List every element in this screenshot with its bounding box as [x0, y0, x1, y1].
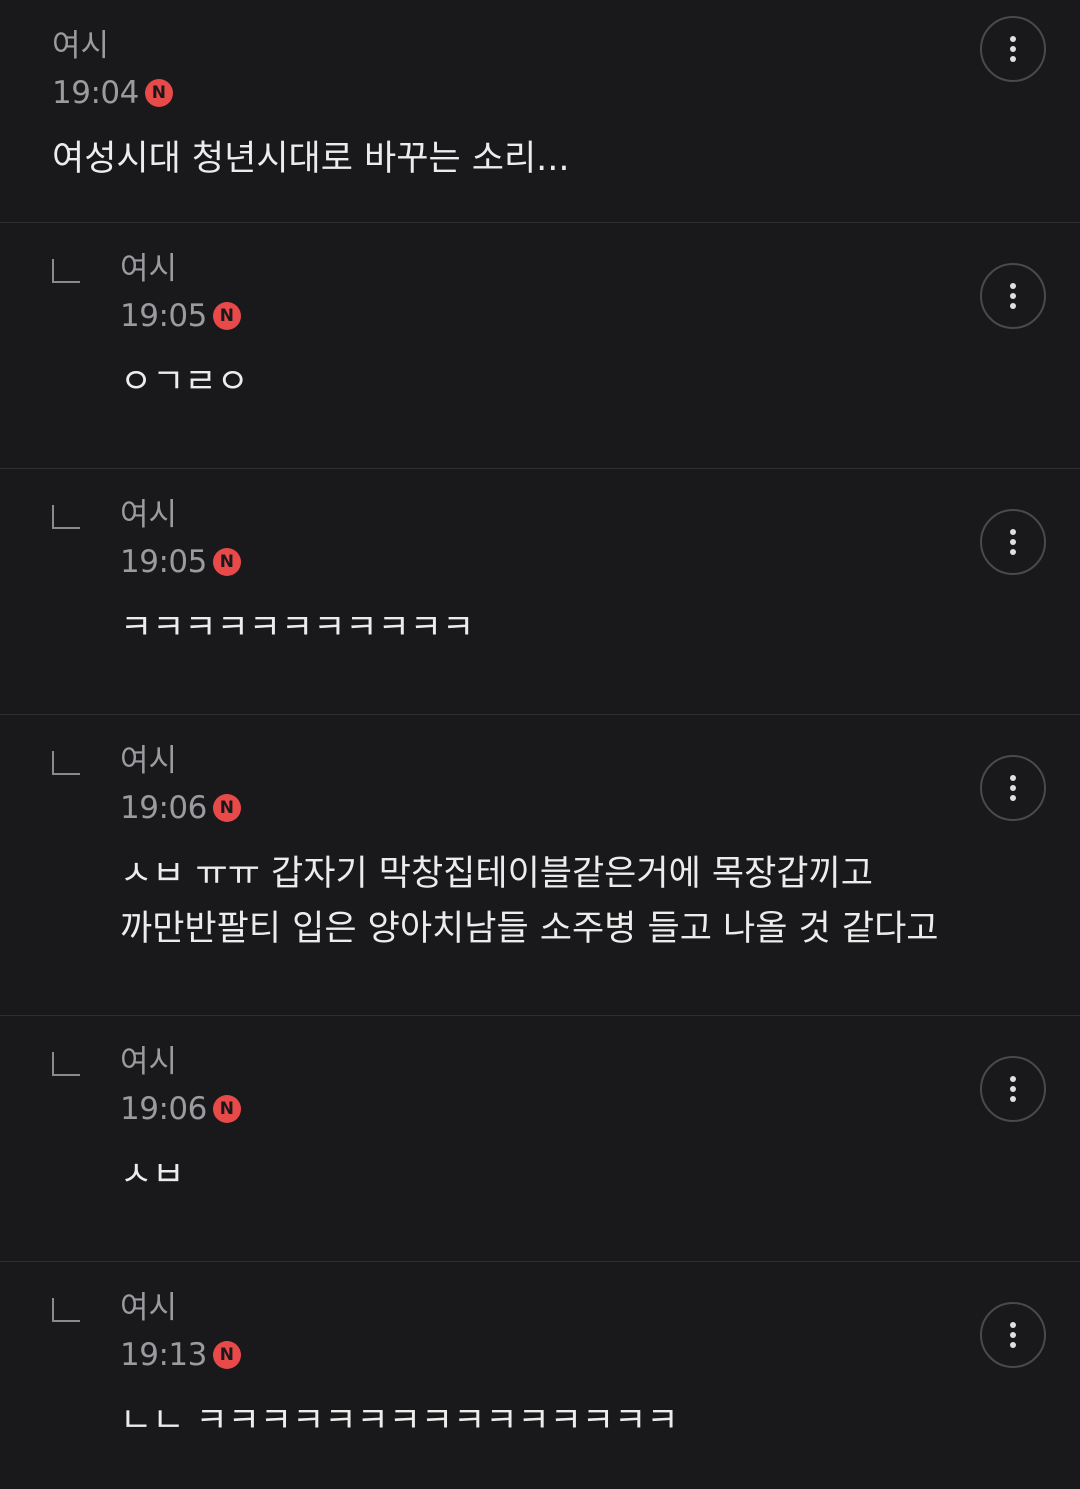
comment-text: ㅋㅋㅋㅋㅋㅋㅋㅋㅋㅋㅋ [120, 608, 475, 648]
more-vertical-icon-dot [1010, 785, 1016, 791]
reply-arrow-icon [52, 505, 80, 529]
more-vertical-icon [1010, 1322, 1016, 1328]
more-vertical-icon-dot [1010, 1096, 1016, 1102]
comment-time-row: 19:13 N [120, 1334, 241, 1376]
more-vertical-icon-dot [1010, 1086, 1016, 1092]
more-vertical-icon [1010, 775, 1016, 781]
comment-meta: 여시 19:05 N [120, 249, 241, 337]
reply-arrow-icon [52, 259, 80, 283]
more-options-button[interactable] [980, 263, 1046, 329]
comment-time: 19:13 [120, 1337, 207, 1373]
comment-author: 여시 [120, 497, 178, 533]
more-vertical-icon-dot [1010, 795, 1016, 801]
comment-text: ㅅㅂ [120, 1155, 185, 1195]
comment-text: 여성시대 청년시대로 바꾸는 소리... [52, 139, 570, 179]
more-options-button[interactable] [980, 1302, 1046, 1368]
new-badge-icon: N [212, 302, 241, 330]
comment-text: ㅇㄱㄹㅇ [120, 362, 249, 402]
comment-time: 19:06 [120, 1091, 207, 1127]
reply-arrow-icon [52, 751, 80, 775]
new-badge-icon: N [212, 1341, 241, 1369]
comment-time: 19:05 [120, 544, 207, 580]
comment-meta: 여시 19:06 N [120, 741, 241, 829]
more-options-button[interactable] [980, 509, 1046, 575]
reply-arrow-icon [52, 1052, 80, 1076]
comment-author: 여시 [52, 28, 110, 64]
more-options-button[interactable] [980, 16, 1046, 82]
comment-meta: 여시 19:04 N [52, 26, 173, 114]
more-options-button[interactable] [980, 1056, 1046, 1122]
comment-meta: 여시 19:06 N [120, 1042, 241, 1130]
comment-item: 여시 19:04 N 여성시대 청년시대로 바꾸는 소리... [0, 0, 1080, 223]
comment-time-row: 19:06 N [120, 1088, 241, 1130]
new-badge-icon: N [212, 794, 241, 822]
comment-time-row: 19:05 N [120, 295, 241, 337]
comment-text: ㄴㄴ ㅋㅋㅋㅋㅋㅋㅋㅋㅋㅋㅋㅋㅋㅋㅋ [120, 1401, 679, 1441]
comment-author: 여시 [120, 743, 178, 779]
reply-item: 여시 19:05 N ㅋㅋㅋㅋㅋㅋㅋㅋㅋㅋㅋ [0, 469, 1080, 715]
comment-time-row: 19:05 N [120, 541, 241, 583]
more-vertical-icon [1010, 283, 1016, 289]
more-vertical-icon-dot [1010, 46, 1016, 52]
more-vertical-icon [1010, 36, 1016, 42]
reply-arrow-icon [52, 1298, 80, 1322]
comment-meta: 여시 19:13 N [120, 1288, 241, 1376]
comment-time: 19:05 [120, 298, 207, 334]
comment-author: 여시 [120, 1044, 178, 1080]
comment-list: 여시 19:04 N 여성시대 청년시대로 바꾸는 소리... 여시 19:05… [0, 0, 1080, 1489]
comment-time-row: 19:04 N [52, 72, 173, 114]
comment-time-row: 19:06 N [120, 787, 241, 829]
more-vertical-icon-dot [1010, 56, 1016, 62]
more-vertical-icon-dot [1010, 303, 1016, 309]
comment-time: 19:04 [52, 75, 139, 111]
more-vertical-icon [1010, 1076, 1016, 1082]
more-vertical-icon-dot [1010, 539, 1016, 545]
new-badge-icon: N [212, 1095, 241, 1123]
more-vertical-icon-dot [1010, 293, 1016, 299]
more-vertical-icon-dot [1010, 1332, 1016, 1338]
new-badge-icon: N [144, 79, 173, 107]
more-vertical-icon-dot [1010, 1342, 1016, 1348]
comment-author: 여시 [120, 251, 178, 287]
reply-item: 여시 19:13 N ㄴㄴ ㅋㅋㅋㅋㅋㅋㅋㅋㅋㅋㅋㅋㅋㅋㅋ [0, 1262, 1080, 1489]
reply-item: 여시 19:05 N ㅇㄱㄹㅇ [0, 223, 1080, 469]
reply-item: 여시 19:06 N ㅅㅂ ㅠㅠ 갑자기 막창집테이블같은거에 목장갑끼고 까만… [0, 715, 1080, 1016]
comment-time: 19:06 [120, 790, 207, 826]
more-options-button[interactable] [980, 755, 1046, 821]
comment-text: ㅅㅂ ㅠㅠ 갑자기 막창집테이블같은거에 목장갑끼고 까만반팔티 입은 양아치남… [120, 854, 939, 949]
comment-meta: 여시 19:05 N [120, 495, 241, 583]
comment-author: 여시 [120, 1290, 178, 1326]
reply-item: 여시 19:06 N ㅅㅂ [0, 1016, 1080, 1262]
new-badge-icon: N [212, 548, 241, 576]
more-vertical-icon [1010, 529, 1016, 535]
more-vertical-icon-dot [1010, 549, 1016, 555]
